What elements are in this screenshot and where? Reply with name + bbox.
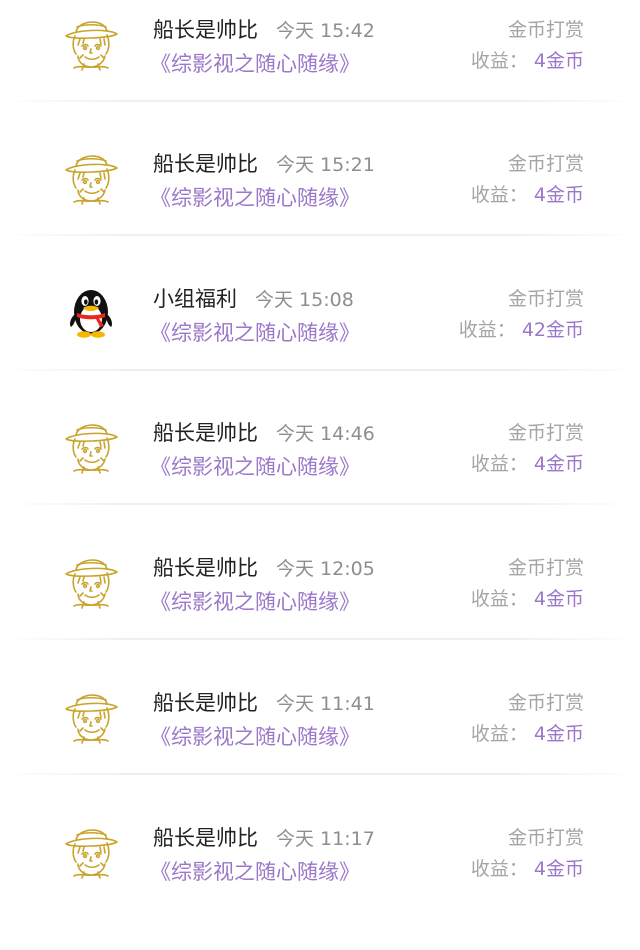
sender-name[interactable]: 船长是帅比 [153, 690, 258, 716]
reward-type-label: 金币打赏 [507, 692, 584, 714]
earnings: 收益： 4金币 [471, 48, 584, 74]
reward-time: 今天 11:41 [276, 693, 375, 715]
reward-record-row[interactable]: 船长是帅比 今天 11:17 《综影视之随心随缘》 金币打赏收益： 4金币 [0, 815, 640, 950]
reward-record-row[interactable]: 船长是帅比 今天 14:46 《综影视之随心随缘》 金币打赏收益： 4金币 [0, 410, 640, 545]
reward-time: 今天 15:21 [276, 154, 375, 176]
book-title-link[interactable]: 《综影视之随心随缘》 [150, 185, 360, 211]
earnings: 收益： 42金币 [459, 317, 584, 343]
earnings-value: 4金币 [533, 184, 584, 206]
straw-hat-sketch-avatar[interactable] [60, 415, 122, 477]
straw-hat-sketch-avatar[interactable] [60, 820, 122, 882]
book-title-link[interactable]: 《综影视之随心随缘》 [150, 51, 360, 77]
qq-penguin-avatar[interactable] [60, 281, 122, 343]
sender-name[interactable]: 船长是帅比 [153, 17, 258, 43]
reward-time: 今天 15:42 [276, 20, 375, 42]
reward-record-row[interactable]: 船长是帅比 今天 12:05 《综影视之随心随缘》 金币打赏收益： 4金币 [0, 545, 640, 680]
earnings-label: 收益： [458, 319, 516, 341]
reward-type-label: 金币打赏 [507, 422, 584, 444]
row-divider [0, 234, 640, 236]
row-divider [0, 369, 640, 371]
earnings-value: 4金币 [533, 453, 584, 475]
earnings-value: 4金币 [533, 723, 584, 745]
book-title-link[interactable]: 《综影视之随心随缘》 [150, 859, 360, 885]
sender-name[interactable]: 船长是帅比 [153, 151, 258, 177]
earnings-value: 4金币 [533, 858, 584, 880]
earnings-label: 收益： [470, 50, 528, 72]
straw-hat-sketch-avatar[interactable] [60, 146, 122, 208]
row-divider [0, 100, 640, 102]
earnings: 收益： 4金币 [471, 721, 584, 747]
reward-type-label: 金币打赏 [507, 827, 584, 849]
book-title-link[interactable]: 《综影视之随心随缘》 [150, 724, 360, 750]
book-title-link[interactable]: 《综影视之随心随缘》 [150, 589, 360, 615]
earnings-label: 收益： [470, 453, 528, 475]
reward-type-label: 金币打赏 [507, 288, 584, 310]
earnings-label: 收益： [470, 184, 528, 206]
reward-record-row[interactable]: 小组福利 今天 15:08 《综影视之随心随缘》 金币打赏收益： 42金币 [0, 276, 640, 411]
reward-record-row[interactable]: 船长是帅比 今天 15:21 《综影视之随心随缘》 金币打赏收益： 4金币 [0, 141, 640, 276]
reward-time: 今天 12:05 [276, 558, 375, 580]
earnings-value: 4金币 [533, 50, 584, 72]
earnings: 收益： 4金币 [471, 586, 584, 612]
row-divider [0, 773, 640, 775]
earnings-label: 收益： [470, 858, 528, 880]
earnings-value: 4金币 [533, 588, 584, 610]
sender-name[interactable]: 小组福利 [153, 286, 237, 312]
book-title-link[interactable]: 《综影视之随心随缘》 [150, 454, 360, 480]
earnings-label: 收益： [470, 588, 528, 610]
reward-type-label: 金币打赏 [507, 153, 584, 175]
row-divider [0, 638, 640, 640]
reward-record-list: 船长是帅比 今天 15:42 《综影视之随心随缘》 金币打赏 收益： 4金币 船长是帅比今… [0, 0, 640, 906]
reward-time: 今天 14:46 [276, 423, 375, 445]
straw-hat-sketch-avatar[interactable] [60, 550, 122, 612]
straw-hat-sketch-avatar[interactable] [60, 12, 122, 74]
straw-hat-sketch-avatar[interactable] [60, 685, 122, 747]
reward-record-row[interactable]: 船长是帅比 今天 15:42 《综影视之随心随缘》 金币打赏收益： 4金币 [0, 7, 640, 142]
earnings-label: 收益： [470, 723, 528, 745]
earnings: 收益： 4金币 [471, 451, 584, 477]
reward-type-label: 金币打赏 [507, 19, 584, 41]
reward-record-row[interactable]: 船长是帅比 今天 11:41 《综影视之随心随缘》 金币打赏收益： 4金币 [0, 680, 640, 815]
book-title-link[interactable]: 《综影视之随心随缘》 [150, 320, 360, 346]
sender-name[interactable]: 船长是帅比 [153, 420, 258, 446]
row-divider [0, 503, 640, 505]
reward-time: 今天 11:17 [276, 828, 375, 850]
reward-time: 今天 15:08 [255, 289, 354, 311]
earnings: 收益： 4金币 [471, 856, 584, 882]
sender-name[interactable]: 船长是帅比 [153, 825, 258, 851]
reward-type-label: 金币打赏 [507, 557, 584, 579]
earnings-value: 42金币 [521, 319, 584, 341]
earnings: 收益： 4金币 [471, 182, 584, 208]
sender-name[interactable]: 船长是帅比 [153, 555, 258, 581]
